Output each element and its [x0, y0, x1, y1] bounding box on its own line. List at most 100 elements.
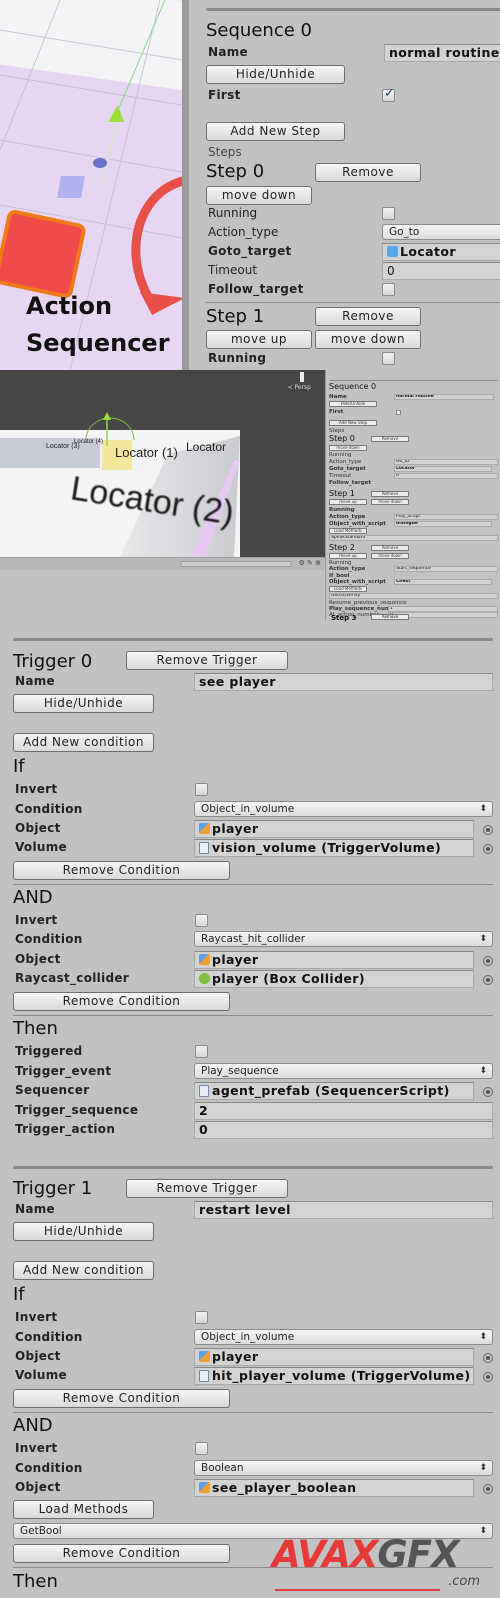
mini-add-step-button[interactable]: Add New Step [329, 420, 377, 426]
trigger-0-and-object-field[interactable]: player [194, 951, 474, 969]
mini-hide-button[interactable]: Hide/Unhide [329, 401, 377, 407]
mini-step-2-method-dropdown[interactable]: GetIsOverlay [329, 593, 498, 599]
step-0-move-down-button[interactable]: move down [206, 186, 312, 205]
step-1-move-down-button[interactable]: move down [315, 330, 421, 349]
scene-toolbar-icons[interactable]: ⚙ ✎ ⊕ [299, 559, 321, 567]
mini-step-2-action-dropdown[interactable]: Start_sequence [394, 566, 498, 572]
object-picker-icon[interactable] [483, 844, 493, 854]
mini-step-2-move-up[interactable]: move up [329, 553, 367, 559]
mini-first-checkbox[interactable] [396, 410, 401, 415]
trigger-0-if-condition-dropdown[interactable]: Object_in_volume ⬍ [194, 801, 493, 817]
trigger-0-if-remove-condition-button[interactable]: Remove Condition [13, 861, 230, 880]
add-new-step-button[interactable]: Add New Step [206, 122, 345, 141]
mini-step-1-object-field[interactable]: dialogue [394, 521, 492, 527]
trigger-1-and-invert-checkbox[interactable] [195, 1442, 208, 1455]
running-label: Running [208, 206, 258, 220]
trigger-0-and-invert-checkbox[interactable] [195, 914, 208, 927]
trigger-1-remove-button[interactable]: Remove Trigger [126, 1179, 288, 1198]
object-picker-icon[interactable] [483, 956, 493, 966]
step-0-remove-button[interactable]: Remove [315, 163, 421, 182]
mini-step-2-move-down[interactable]: move down [371, 553, 409, 559]
load-methods-button[interactable]: Load Methods [13, 1500, 154, 1519]
mini-step-3-remove[interactable]: Remove [371, 614, 409, 620]
trigger-0-and-condition-dropdown[interactable]: Raycast_hit_collider ⬍ [194, 931, 493, 947]
trigger-0-divider [13, 638, 493, 641]
mini-step-2-load-methods[interactable]: Load Methods [329, 586, 367, 592]
scene-view-3d[interactable]: Action Sequencer [0, 0, 182, 370]
trigger-0-hide-button[interactable]: Hide/Unhide [13, 694, 154, 713]
action-type-dropdown[interactable]: Go_to [382, 224, 500, 240]
mini-action-type-dropdown[interactable]: Go_to [394, 459, 498, 465]
step-1-move-up-button[interactable]: move up [206, 330, 312, 349]
trigger-1-if-invert-checkbox[interactable] [195, 1311, 208, 1324]
trigger-1-hide-button[interactable]: Hide/Unhide [13, 1222, 154, 1241]
trigger-0-name-field[interactable]: see player [194, 673, 493, 691]
mini-step-1-action-dropdown[interactable]: Play_script [394, 514, 498, 520]
mini-step-0-move-down[interactable]: move down [329, 445, 367, 451]
trigger-0-if-invert-checkbox[interactable] [195, 783, 208, 796]
trigger-0-if-volume-field[interactable]: vision_volume (TriggerVolume) [194, 839, 474, 857]
mini-step-1-move-down[interactable]: move down [371, 499, 409, 505]
trigger-0-remove-button[interactable]: Remove Trigger [126, 651, 288, 670]
trigger-1-and-remove-condition-button[interactable]: Remove Condition [13, 1544, 230, 1563]
hide-unhide-button[interactable]: Hide/Unhide [206, 65, 345, 84]
step-0-title: Step 0 [206, 161, 265, 182]
mini-step-2-remove[interactable]: Remove [371, 545, 409, 551]
condition-value: Object_in_volume [201, 1331, 295, 1343]
mini-step-1-move-up[interactable]: move up [329, 499, 367, 505]
trigger-0-name-label: Name [15, 674, 55, 688]
sequencer-field[interactable]: agent_prefab (SequencerScript) [194, 1082, 474, 1100]
volume-value: hit_player_volume (TriggerVolume) [212, 1368, 471, 1383]
goto-target-label: Goto_target [208, 244, 292, 258]
object-picker-icon[interactable] [483, 1484, 493, 1494]
triggered-checkbox[interactable] [195, 1045, 208, 1058]
step-1-remove-button[interactable]: Remove [315, 307, 421, 326]
scene-search-field[interactable] [180, 561, 292, 567]
mini-step-2-object-field[interactable]: Chest [394, 579, 492, 585]
trigger-1-if-remove-condition-button[interactable]: Remove Condition [13, 1389, 230, 1408]
condition-label: Condition [15, 932, 83, 946]
mini-goto-target-field[interactable]: Locator [394, 466, 492, 472]
follow-target-checkbox[interactable] [382, 283, 395, 296]
object-picker-icon[interactable] [483, 975, 493, 985]
trigger-0-if-object-field[interactable]: player [194, 820, 474, 838]
trigger-1-and-heading: AND [13, 1415, 53, 1436]
trigger-0-and-raycast-field[interactable]: player (Box Collider) [194, 970, 474, 988]
trigger-1-if-volume-field[interactable]: hit_player_volume (TriggerVolume) [194, 1367, 474, 1385]
trigger-1-if-object-field[interactable]: player [194, 1348, 474, 1366]
object-label: Object [15, 1349, 61, 1363]
mini-step-1-load-methods[interactable]: Load Methods [329, 528, 367, 534]
mini-name-field[interactable]: normal routine [394, 394, 494, 400]
trigger-0-and-remove-condition-button[interactable]: Remove Condition [13, 992, 230, 1011]
trigger-action-field[interactable]: 0 [194, 1121, 493, 1139]
sequence-name-field[interactable]: normal routine [384, 44, 500, 62]
timeout-field[interactable]: 0 [382, 262, 500, 280]
object-label: Object [15, 1480, 61, 1494]
goto-target-field[interactable]: Locator [382, 243, 500, 261]
step-1-running-checkbox[interactable] [382, 352, 395, 365]
trigger-0-add-condition-button[interactable]: Add New condition [13, 733, 154, 752]
condition-value: Raycast_hit_collider [201, 933, 306, 945]
object-picker-icon[interactable] [483, 1372, 493, 1382]
trigger-1-name-field[interactable]: restart level [194, 1201, 493, 1219]
trigger-event-dropdown[interactable]: Play_sequence ⬍ [194, 1063, 493, 1079]
mini-timeout-field[interactable]: 0 [394, 473, 498, 479]
object-picker-icon[interactable] [483, 1087, 493, 1097]
object-picker-icon[interactable] [483, 1353, 493, 1363]
condition-value: Object_in_volume [201, 803, 295, 815]
step-0-running-checkbox[interactable] [382, 207, 395, 220]
scene-view-locators[interactable]: Locator (3) Locator (4) Locator (1) Loca… [0, 370, 325, 557]
object-picker-icon[interactable] [483, 825, 493, 835]
trigger-1-and-condition-dropdown[interactable]: Boolean ⬍ [194, 1460, 493, 1476]
trigger-sequence-field[interactable]: 2 [194, 1102, 493, 1120]
trigger-1-add-condition-button[interactable]: Add New condition [13, 1261, 154, 1280]
trigger-1-if-condition-dropdown[interactable]: Object_in_volume ⬍ [194, 1329, 493, 1345]
mini-step-1-method-dropdown[interactable]: SpeakStandard [329, 535, 498, 541]
mini-step-0-remove[interactable]: Remove [371, 436, 409, 442]
script-icon [199, 1085, 209, 1097]
persp-label[interactable]: < Persp [288, 384, 311, 391]
mini-step-1-remove[interactable]: Remove [371, 491, 409, 497]
scene-gizmo-axis-icon[interactable] [300, 372, 304, 382]
trigger-1-and-object-field[interactable]: see_player_boolean [194, 1479, 474, 1497]
first-checkbox[interactable]: ✓ [382, 86, 395, 102]
